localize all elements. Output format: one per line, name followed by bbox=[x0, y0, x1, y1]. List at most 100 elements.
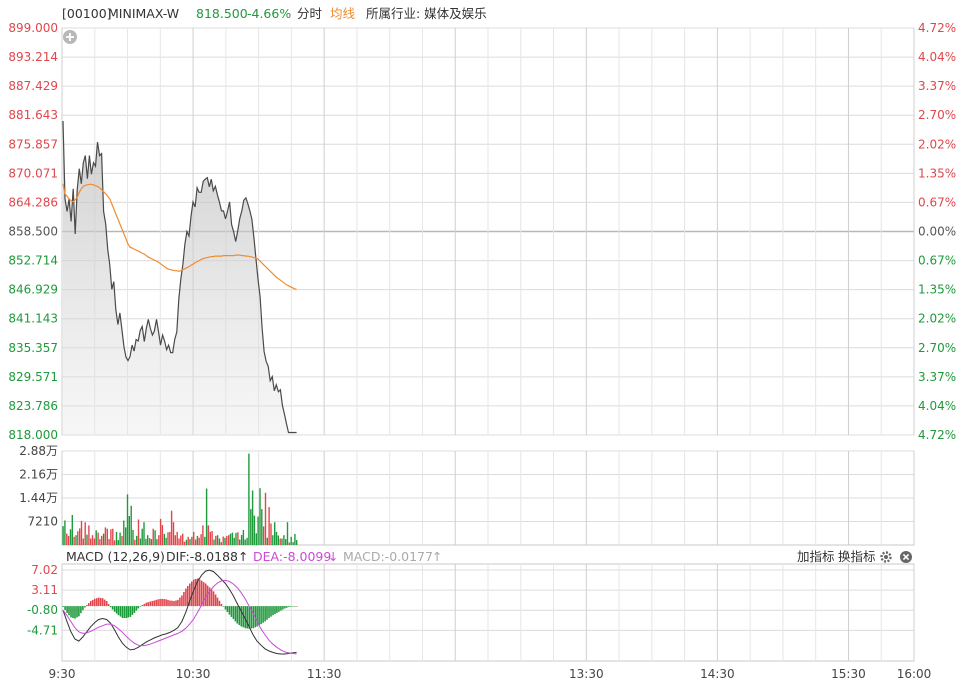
macd-hist-bar bbox=[90, 601, 92, 607]
volume-bar bbox=[90, 538, 92, 545]
volume-bar bbox=[126, 494, 129, 545]
volume-bar bbox=[281, 538, 283, 545]
macd-hist-bar bbox=[115, 606, 118, 614]
macd-dif-value: DIF:-8.0188 bbox=[166, 549, 238, 564]
volume-bar bbox=[215, 535, 217, 545]
macd-axis: 7.02 3.11 -0.80 -4.71 bbox=[27, 563, 58, 637]
volume-bar bbox=[251, 490, 254, 545]
volume-bar bbox=[62, 526, 64, 545]
volume-bar bbox=[272, 535, 274, 545]
volume-bar bbox=[132, 530, 134, 545]
volume-bar bbox=[110, 529, 112, 545]
macd-tick-label: -0.80 bbox=[27, 603, 58, 617]
macd-hist-bar bbox=[226, 606, 229, 612]
price-tick-label: 870.071 bbox=[8, 166, 58, 180]
volume-bar bbox=[209, 531, 211, 545]
macd-hist-bar bbox=[163, 599, 165, 607]
time-tick-label: 14:30 bbox=[700, 667, 735, 681]
macd-hist-bar bbox=[264, 606, 266, 622]
close-circle-icon[interactable] bbox=[900, 551, 912, 563]
pct-tick-label: 0.67% bbox=[918, 195, 956, 209]
macd-hist-value: MACD:-0.0177 bbox=[343, 549, 433, 564]
volume-bar bbox=[141, 528, 143, 545]
volume-bar bbox=[202, 525, 204, 545]
pct-tick-label: 0.00% bbox=[918, 225, 956, 239]
volume-bar bbox=[261, 509, 263, 545]
volume-bar bbox=[220, 542, 222, 545]
macd-hist-bar bbox=[92, 599, 94, 607]
price-axis-right: 4.72% 4.04% 3.37% 2.70% 2.02% 1.35% 0.67% 0.00%… bbox=[918, 21, 956, 442]
macd-hist-bar bbox=[96, 598, 98, 607]
macd-hist-bar bbox=[165, 599, 167, 607]
macd-hist-bar bbox=[169, 600, 171, 607]
gear-icon[interactable] bbox=[880, 551, 892, 563]
macd-hist-bar bbox=[121, 606, 124, 618]
volume-bar bbox=[154, 530, 156, 545]
macd-hist-bar bbox=[228, 606, 231, 615]
volume-bar bbox=[285, 539, 287, 545]
macd-hist-bar bbox=[109, 606, 112, 608]
macd-hist-bar bbox=[149, 601, 151, 607]
switch-indicator-button[interactable]: 换指标 bbox=[838, 549, 876, 564]
macd-hist-bar bbox=[266, 606, 268, 620]
stock-change: -4.66% bbox=[247, 6, 291, 21]
macd-hist-bar bbox=[62, 606, 64, 607]
volume-bar bbox=[218, 538, 221, 545]
add-indicator-button[interactable]: 加指标 bbox=[797, 549, 835, 564]
volume-bar bbox=[67, 535, 70, 545]
stock-name: MINIMAX-W bbox=[108, 6, 179, 21]
volume-bar bbox=[207, 525, 210, 545]
volume-bar bbox=[235, 532, 237, 545]
time-tick-label: 9:30 bbox=[49, 667, 76, 681]
volume-bar bbox=[286, 522, 289, 545]
macd-hist-bar bbox=[276, 606, 278, 613]
pct-tick-label: 3.37% bbox=[918, 370, 956, 384]
time-tick-label: 11:30 bbox=[307, 667, 342, 681]
volume-bar bbox=[82, 538, 84, 545]
macd-hist-bar bbox=[107, 604, 110, 607]
volume-bar bbox=[163, 533, 165, 545]
volume-bar bbox=[174, 535, 176, 545]
macd-hist-bar bbox=[177, 599, 179, 607]
volume-bar bbox=[270, 523, 272, 545]
macd-hist-bar bbox=[155, 599, 157, 607]
avg-line-label[interactable]: 均线 bbox=[330, 6, 356, 21]
macd-hist-bar bbox=[153, 600, 155, 607]
volume-bar bbox=[66, 533, 68, 545]
macd-hist-bar bbox=[141, 605, 144, 607]
macd-tick-label: 7.02 bbox=[31, 563, 58, 577]
volume-bar bbox=[237, 532, 239, 545]
time-tick-label: 10:30 bbox=[176, 667, 211, 681]
plus-circle-icon[interactable] bbox=[63, 30, 77, 44]
volume-bars bbox=[62, 453, 298, 546]
macd-hist-bar bbox=[127, 606, 130, 618]
volume-bar bbox=[211, 531, 213, 545]
stock-price: 818.500 bbox=[196, 6, 248, 21]
macd-hist-bar bbox=[72, 606, 74, 618]
macd-hist-bar bbox=[230, 606, 233, 617]
volume-bar bbox=[248, 453, 250, 545]
time-tick-label: 16:00 bbox=[897, 667, 932, 681]
mode-label[interactable]: 分时 bbox=[297, 6, 323, 21]
macd-histogram bbox=[62, 578, 298, 629]
price-tick-label: 841.143 bbox=[8, 312, 58, 326]
macd-hist-bar bbox=[88, 603, 90, 607]
volume-bar bbox=[167, 532, 169, 545]
volume-bar bbox=[180, 535, 182, 545]
volume-bar bbox=[170, 510, 173, 545]
macd-hist-bar bbox=[288, 606, 290, 607]
macd-tick-label: -4.71 bbox=[27, 623, 58, 637]
macd-hist-bar bbox=[232, 606, 235, 620]
pct-tick-label: 2.70% bbox=[918, 108, 956, 122]
pct-tick-label: 0.67% bbox=[918, 254, 956, 268]
macd-header: MACD (12,26,9) DIF:-8.0188 ↑ DEA:-8.0099… bbox=[66, 549, 912, 564]
macd-hist-bar bbox=[137, 606, 140, 609]
macd-hist-bar bbox=[70, 606, 72, 618]
volume-bar bbox=[296, 540, 298, 545]
volume-bar bbox=[204, 536, 206, 545]
macd-hist-bar bbox=[278, 606, 280, 612]
volume-bar bbox=[275, 531, 278, 545]
volume-bar bbox=[80, 520, 83, 545]
volume-bar bbox=[169, 531, 171, 545]
volume-bar bbox=[283, 535, 285, 545]
